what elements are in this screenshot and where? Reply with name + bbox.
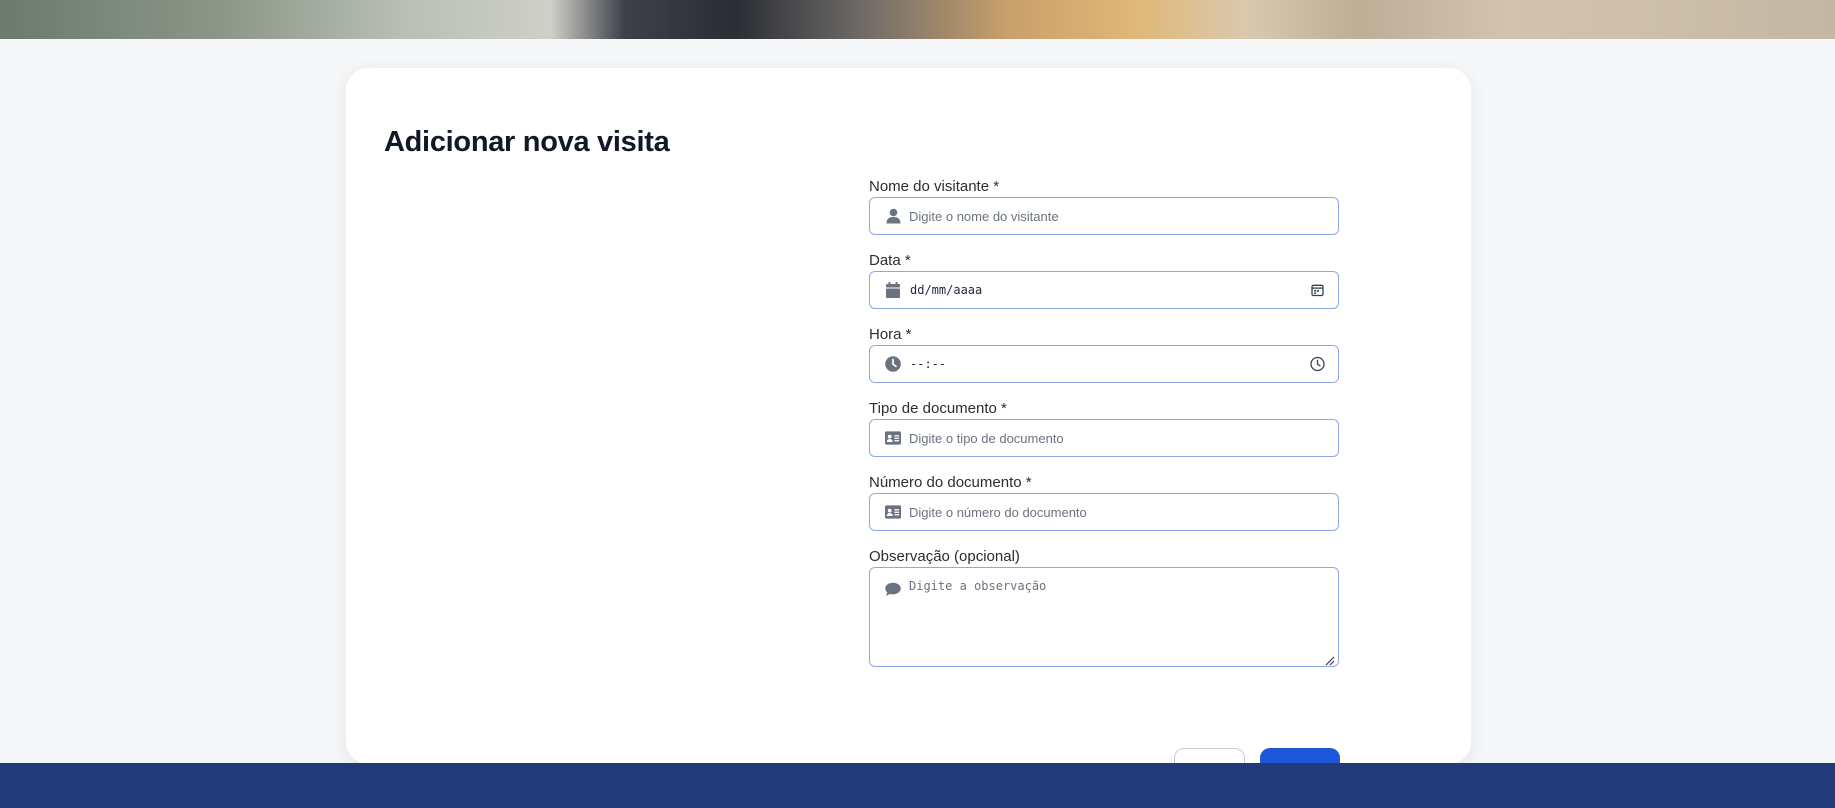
resize-grip-icon[interactable] (1325, 653, 1335, 666)
user-icon (885, 208, 901, 224)
footer-band (0, 763, 1835, 808)
clock-picker-icon[interactable] (1310, 356, 1325, 372)
date-value: dd/mm/aaaa (910, 283, 983, 297)
header-banner-image (0, 0, 1835, 39)
document-type-label: Tipo de documento * (869, 400, 1007, 417)
time-label: Hora * (869, 326, 912, 343)
observation-input-wrap (869, 567, 1339, 667)
add-visit-form: Nome do visitante * Data * dd/mm/aaaa (869, 176, 1340, 796)
form-card: Adicionar nova visita Nome do visitante … (346, 68, 1471, 796)
comment-icon (885, 581, 901, 597)
date-label: Data * (869, 252, 911, 269)
clock-icon (885, 356, 901, 372)
id-card-icon (885, 504, 901, 520)
calendar-icon (885, 282, 901, 298)
document-type-field: Tipo de documento * (869, 398, 1339, 457)
document-number-input[interactable] (909, 494, 1309, 530)
id-card-icon (885, 430, 901, 446)
observation-label: Observação (opcional) (869, 548, 1020, 565)
visitor-name-field: Nome do visitante * (869, 176, 1339, 235)
visitor-name-input-wrap (869, 197, 1339, 235)
document-number-label: Número do documento * (869, 474, 1032, 491)
time-field: Hora * --:-- (869, 324, 1339, 383)
document-number-input-wrap (869, 493, 1339, 531)
page-title: Adicionar nova visita (384, 126, 670, 158)
visitor-name-input[interactable] (909, 198, 1309, 234)
observation-textarea[interactable] (909, 579, 1309, 659)
visitor-name-label: Nome do visitante * (869, 178, 1000, 195)
document-type-input[interactable] (909, 420, 1309, 456)
time-input[interactable]: --:-- (869, 345, 1339, 383)
time-value: --:-- (910, 357, 947, 371)
date-input[interactable]: dd/mm/aaaa (869, 271, 1339, 309)
observation-field: Observação (opcional) (869, 546, 1339, 667)
document-number-field: Número do documento * (869, 472, 1339, 531)
date-field: Data * dd/mm/aaaa (869, 250, 1339, 309)
calendar-picker-icon[interactable] (1310, 283, 1325, 298)
document-type-input-wrap (869, 419, 1339, 457)
